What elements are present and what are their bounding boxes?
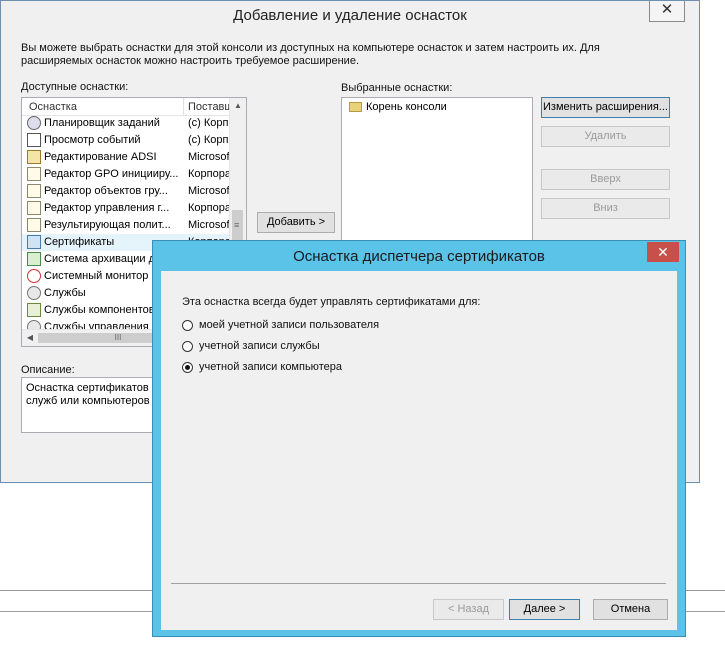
add-button[interactable]: Добавить > <box>257 212 335 233</box>
components-icon <box>27 303 41 317</box>
snapin-row[interactable]: Просмотр событий (c) Корп <box>22 132 230 149</box>
snapin-row[interactable]: Редактор GPO иницииру... Корпора <box>22 166 230 183</box>
snapin-name: Просмотр событий <box>44 134 141 146</box>
scroll-up-arrow-icon[interactable]: ▲ <box>230 98 246 114</box>
certificate-icon <box>27 235 41 249</box>
window-title: Добавление и удаление оснасток <box>233 7 467 24</box>
selected-snapins-label: Выбранные оснастки: <box>341 82 453 94</box>
snapin-vendor: (c) Корп <box>188 117 229 129</box>
dialog-body: Эта оснастка всегда будет управлять серт… <box>161 271 677 630</box>
background-window-edge <box>0 590 152 591</box>
gpo-icon <box>27 184 41 198</box>
radio-label[interactable]: учетной записи компьютера <box>199 361 342 373</box>
event-viewer-icon <box>27 133 41 147</box>
close-button[interactable]: ✕ <box>649 1 685 22</box>
folder-icon <box>349 102 362 112</box>
radio-selected-dot-icon <box>185 365 190 370</box>
snapin-name: Редактирование ADSI <box>44 151 157 163</box>
snapin-vendor: Корпора <box>188 202 230 214</box>
radio-button[interactable] <box>182 341 193 352</box>
snapin-row[interactable]: Редактор управления г... Корпора <box>22 200 230 217</box>
column-header-vendor[interactable]: Поставщ <box>188 101 233 113</box>
radio-label[interactable]: учетной записи службы <box>199 340 320 352</box>
selected-item-console-root[interactable]: Корень консоли <box>366 101 447 113</box>
snapin-name: Редактор GPO иницииру... <box>44 168 179 180</box>
background-window-edge <box>0 611 152 612</box>
remove-button[interactable]: Удалить <box>541 126 670 147</box>
intro-text: Вы можете выбрать оснастки для этой конс… <box>21 42 600 67</box>
next-button[interactable]: Далее > <box>509 599 580 620</box>
background-window-edge <box>686 611 725 612</box>
snapin-vendor: Microsof <box>188 151 230 163</box>
background-window-edge <box>686 590 725 591</box>
gpo-icon <box>27 167 41 181</box>
scroll-left-arrow-icon[interactable]: ◀ <box>22 330 38 346</box>
dialog-title: Оснастка диспетчера сертификатов <box>293 248 545 265</box>
radio-label[interactable]: моей учетной записи пользователя <box>199 319 379 331</box>
selected-snapins-list[interactable]: Корень консоли <box>341 97 533 257</box>
description-box: Оснастка сертификатов служб или компьюте… <box>21 377 156 433</box>
services-icon <box>27 286 41 300</box>
list-header: Оснастка Поставщ <box>22 98 233 116</box>
radio-button[interactable] <box>182 362 193 373</box>
snapin-name: Планировщик заданий <box>44 117 160 129</box>
scroll-thumb[interactable]: ≡ <box>232 210 243 244</box>
snapin-vendor: Microsof <box>188 185 230 197</box>
title-bar: Добавление и удаление оснасток ✕ <box>1 1 699 31</box>
edit-extensions-button[interactable]: Изменить расширения... <box>541 97 670 118</box>
certificates-snapin-dialog: Оснастка диспетчера сертификатов ✕ Эта о… <box>152 240 686 637</box>
backup-icon <box>27 252 41 266</box>
snapin-vendor: (c) Корп <box>188 134 229 146</box>
available-snapins-label: Доступные оснастки: <box>21 81 129 93</box>
divider <box>171 583 666 584</box>
snapin-row[interactable]: Редактирование ADSI Microsof <box>22 149 230 166</box>
column-header-snapin[interactable]: Оснастка <box>29 101 77 113</box>
gpo-icon <box>27 201 41 215</box>
move-up-button[interactable]: Вверх <box>541 169 670 190</box>
policy-icon <box>27 218 41 232</box>
cancel-button[interactable]: Отмена <box>593 599 668 620</box>
back-button[interactable]: < Назад <box>433 599 504 620</box>
dialog-close-button[interactable]: ✕ <box>647 242 679 262</box>
snapin-name: Редактор управления г... <box>44 202 170 214</box>
snapin-vendor: Microsof <box>188 219 230 231</box>
snapin-name: Редактор объектов гру... <box>44 185 168 197</box>
radio-button[interactable] <box>182 320 193 331</box>
snapin-row[interactable]: Редактор объектов гру... Microsof <box>22 183 230 200</box>
snapin-vendor: Корпора <box>188 168 230 180</box>
clock-icon <box>27 116 41 130</box>
monitor-icon <box>27 269 41 283</box>
dialog-prompt: Эта оснастка всегда будет управлять серт… <box>182 296 481 308</box>
adsi-edit-icon <box>27 150 41 164</box>
snapin-row[interactable]: Планировщик заданий (c) Корп <box>22 115 230 132</box>
snapin-name: Результирующая полит... <box>44 219 171 231</box>
move-down-button[interactable]: Вниз <box>541 198 670 219</box>
description-label: Описание: <box>21 364 75 376</box>
snapin-row[interactable]: Результирующая полит... Microsof <box>22 217 230 234</box>
